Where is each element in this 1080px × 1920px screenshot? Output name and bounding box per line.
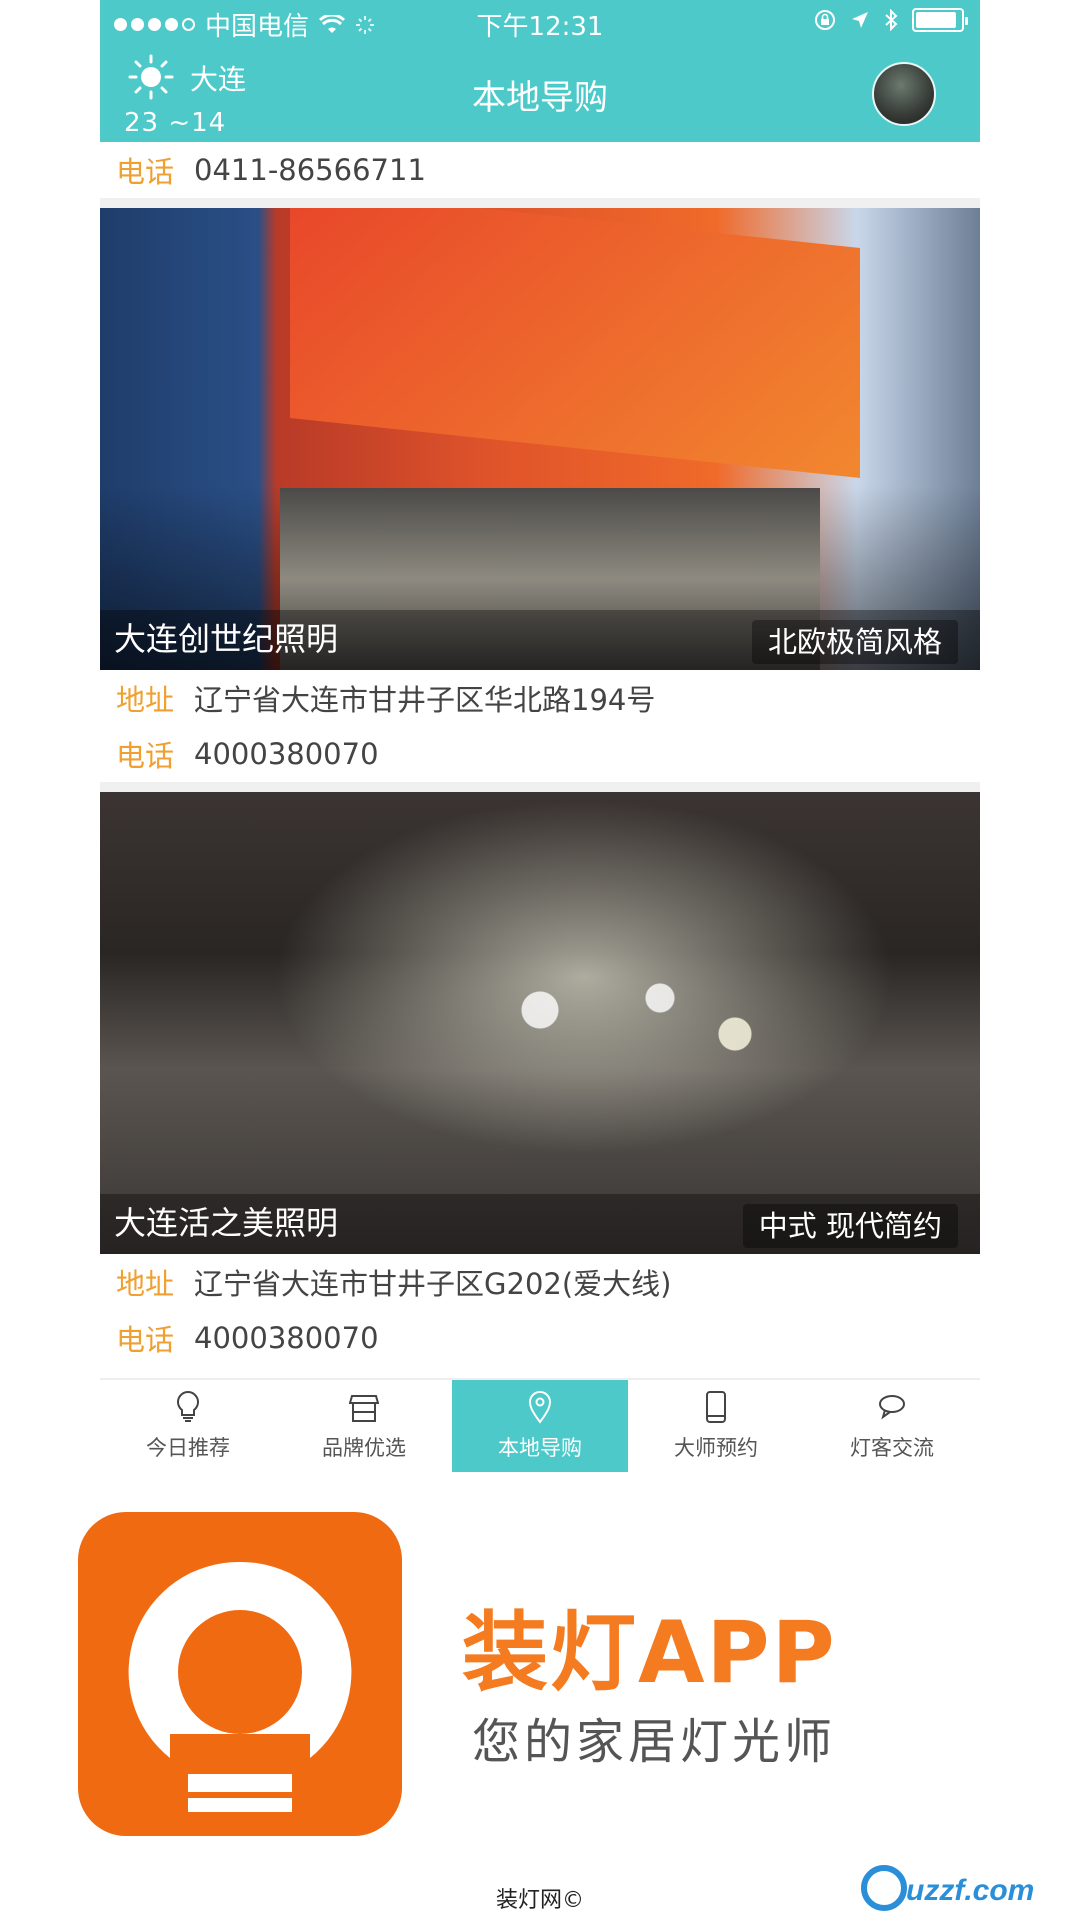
store-address: 辽宁省大连市甘井子区华北路194号 (194, 683, 656, 717)
page-title: 本地导购 (472, 78, 608, 118)
store-phone-row[interactable]: 电话 4000380070 (100, 726, 980, 782)
status-bar: 中国电信 下午12:31 (100, 0, 980, 44)
promo-banner: 装灯APP 您的家居灯光师 装灯网© uzzf.com (0, 1472, 1080, 1920)
tab-local-guide[interactable]: 本地导购 (452, 1380, 628, 1472)
store-address-row: 地址 辽宁省大连市甘井子区G202(爱大线) (100, 1254, 980, 1310)
top-phone-row[interactable]: 电话 0411-86566711 (100, 142, 980, 198)
tab-today-recommend[interactable]: 今日推荐 (100, 1380, 276, 1472)
store-card[interactable]: 大连创世纪照明 北欧极简风格 地址 辽宁省大连市甘井子区华北路194号 电话 4… (100, 208, 980, 782)
store-phone: 4000380070 (194, 737, 379, 771)
divider (100, 198, 980, 208)
rotation-lock-icon (815, 10, 835, 30)
lamp-logo-icon (128, 1561, 352, 1812)
tab-label: 灯客交流 (850, 1436, 934, 1460)
app-header: 中国电信 下午12:31 大连 23 ~14 本地导购 (100, 0, 980, 142)
tab-community[interactable]: 灯客交流 (804, 1380, 980, 1472)
tab-label: 大师预约 (674, 1436, 758, 1460)
store-phone-row[interactable]: 电话 4000380070 (100, 1310, 980, 1366)
site-watermark-logo: uzzf.com (861, 1865, 1034, 1911)
phone-icon (706, 1391, 726, 1423)
store-style-tag: 中式 现代简约 (742, 1204, 958, 1248)
app-tagline: 您的家居灯光师 (472, 1714, 837, 1770)
location-arrow-icon (852, 12, 868, 28)
store-photo[interactable]: 大连创世纪照明 北欧极简风格 (100, 208, 980, 670)
phone-label: 电话 (116, 155, 175, 189)
site-badge-text: uzzf.com (906, 1874, 1034, 1907)
status-right (814, 8, 968, 32)
shop-signboard (290, 208, 860, 478)
store-card[interactable]: 大连活之美照明 中式 现代简约 地址 辽宁省大连市甘井子区G202(爱大线) 电… (100, 792, 980, 1366)
store-name: 大连创世纪照明 (114, 620, 339, 658)
store-icon (349, 1395, 379, 1422)
store-address-row: 地址 辽宁省大连市甘井子区华北路194号 (100, 670, 980, 726)
location-pin-icon (528, 1391, 552, 1424)
tab-brand-select[interactable]: 品牌优选 (276, 1380, 452, 1472)
phone-label: 电话 (116, 1323, 175, 1357)
tab-label: 品牌优选 (322, 1436, 406, 1460)
bottom-tab-bar: 今日推荐 品牌优选 本地导购 大师预约 灯客交流 (100, 1378, 980, 1472)
phone-label: 电话 (116, 739, 175, 773)
tab-master-booking[interactable]: 大师预约 (628, 1380, 804, 1472)
app-logo (78, 1512, 402, 1836)
store-phone: 4000380070 (194, 1321, 379, 1355)
battery-fill (916, 12, 956, 28)
user-avatar[interactable] (872, 62, 936, 126)
store-address: 辽宁省大连市甘井子区G202(爱大线) (194, 1267, 672, 1301)
store-list: 电话 0411-86566711 大连创世纪照明 北欧极简风格 地址 辽宁省大连… (100, 142, 980, 1366)
lightbulb-icon (177, 1390, 199, 1422)
bluetooth-icon (885, 9, 898, 31)
tab-label: 本地导购 (498, 1436, 582, 1460)
battery-icon (912, 8, 968, 32)
lamp-display (480, 962, 780, 1082)
divider (100, 782, 980, 792)
store-name: 大连活之美照明 (114, 1204, 339, 1242)
address-label: 地址 (116, 683, 175, 717)
tab-label: 今日推荐 (146, 1436, 230, 1460)
app-name: 装灯APP (462, 1603, 837, 1703)
chat-bubble-icon (879, 1395, 905, 1420)
phone-screen: 中国电信 下午12:31 大连 23 ~14 本地导购 电话 0411-8656… (100, 0, 980, 1472)
address-label: 地址 (116, 1267, 175, 1301)
store-photo[interactable]: 大连活之美照明 中式 现代简约 (100, 792, 980, 1254)
phone-number: 0411-86566711 (194, 153, 426, 187)
store-style-tag: 北欧极简风格 (751, 620, 958, 664)
